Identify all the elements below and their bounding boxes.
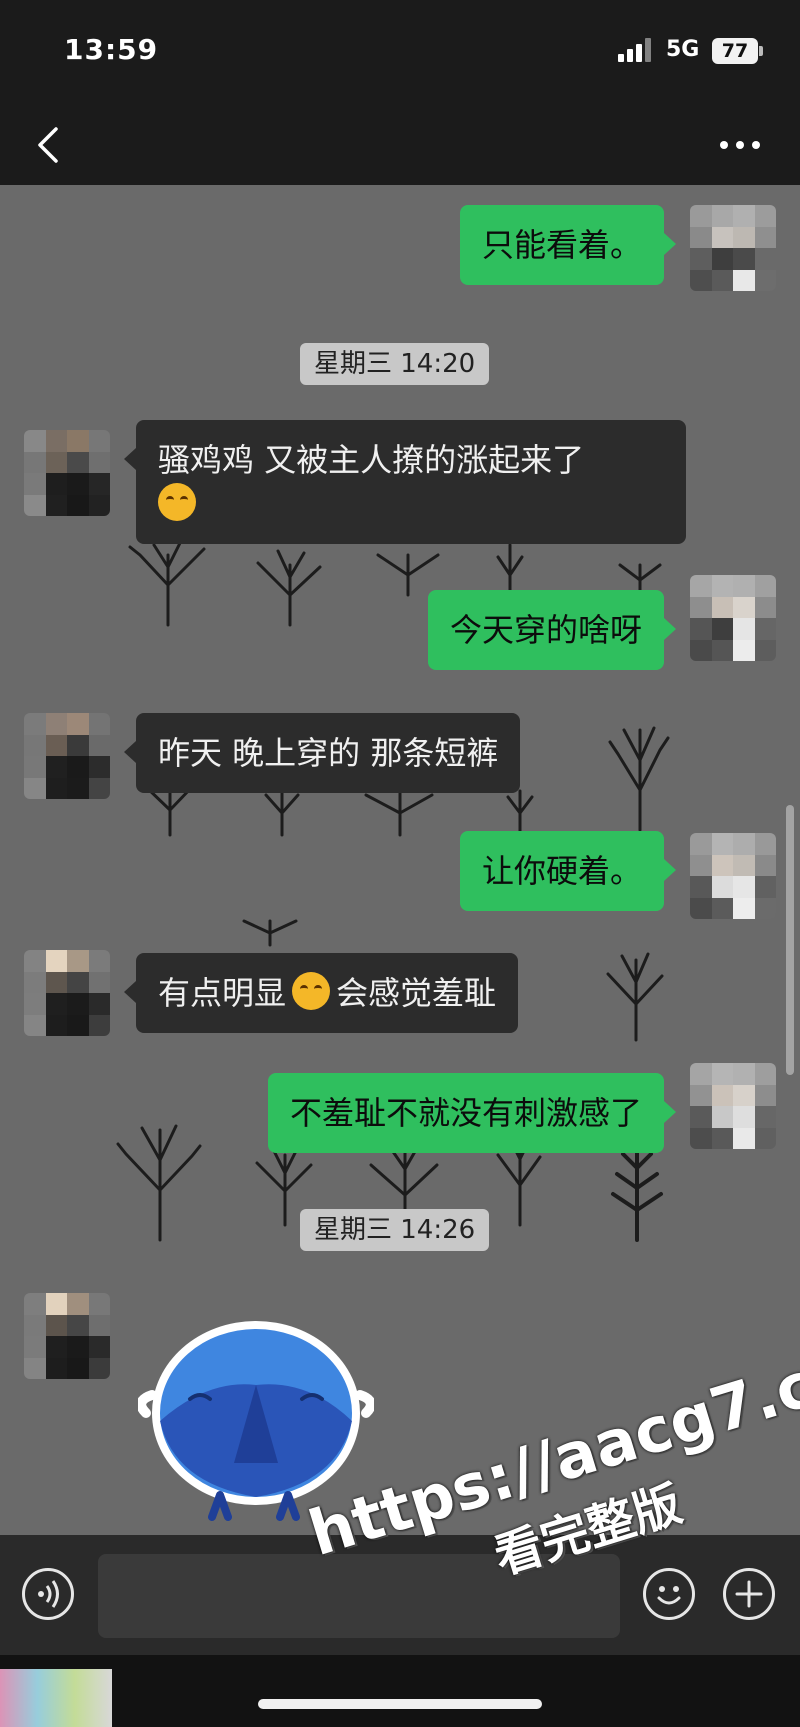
- outgoing-message[interactable]: 不羞耻不就没有刺激感了: [267, 1073, 677, 1153]
- time-stamp: 星期三 14:20: [300, 343, 490, 385]
- time-stamp: 星期三 14:26: [300, 1209, 490, 1251]
- tree-background-decoration: [116, 541, 670, 1242]
- message-text: 骚鸡鸡 又被主人撩的涨起来了: [158, 441, 585, 479]
- outgoing-message[interactable]: 让你硬着。: [459, 831, 677, 911]
- aroused-face-emoji: [158, 483, 196, 521]
- outgoing-message[interactable]: 只能看着。: [459, 205, 677, 285]
- home-area: [0, 1655, 800, 1727]
- contact-avatar[interactable]: [24, 1293, 110, 1379]
- self-avatar[interactable]: [690, 1063, 776, 1149]
- contact-avatar[interactable]: [24, 430, 110, 516]
- message-text: 有点明显: [158, 974, 287, 1012]
- chat-area[interactable]: 只能看着。 星期三 14:20 骚鸡鸡 又被主人撩的涨起来了 今天穿的啥呀 昨天…: [0, 185, 800, 1535]
- chat-header: [0, 105, 800, 185]
- message-text: 会感觉羞耻: [336, 974, 497, 1012]
- message-input[interactable]: [98, 1554, 620, 1638]
- home-indicator[interactable]: [258, 1699, 542, 1709]
- outgoing-message[interactable]: 今天穿的啥呀: [427, 590, 677, 670]
- contact-avatar[interactable]: [24, 713, 110, 799]
- scrollbar[interactable]: [786, 805, 794, 1075]
- network-type: 5G: [666, 37, 700, 62]
- battery-icon: 77: [712, 38, 763, 64]
- status-bar: 13:59 5G 77: [0, 0, 800, 105]
- chevron-left-icon[interactable]: [30, 121, 70, 169]
- incoming-message[interactable]: 骚鸡鸡 又被主人撩的涨起来了: [124, 420, 686, 544]
- self-avatar[interactable]: [690, 575, 776, 661]
- plus-icon[interactable]: [723, 1568, 775, 1620]
- signal-icon: [618, 38, 654, 62]
- shy-face-emoji: [292, 972, 331, 1010]
- smile-icon[interactable]: [643, 1568, 695, 1620]
- status-time: 13:59: [64, 33, 159, 66]
- input-bar: [0, 1535, 800, 1655]
- voice-icon[interactable]: [22, 1568, 74, 1620]
- contact-avatar[interactable]: [24, 950, 110, 1036]
- self-avatar[interactable]: [690, 205, 776, 291]
- blue-bird-sticker[interactable]: [138, 1313, 374, 1549]
- more-dots-icon[interactable]: [716, 129, 764, 161]
- incoming-message[interactable]: 昨天 晚上穿的 那条短裤: [123, 713, 521, 793]
- incoming-message[interactable]: 有点明显 会感觉羞耻: [123, 953, 519, 1033]
- self-avatar[interactable]: [690, 833, 776, 919]
- thumbnail-strip: [0, 1669, 112, 1727]
